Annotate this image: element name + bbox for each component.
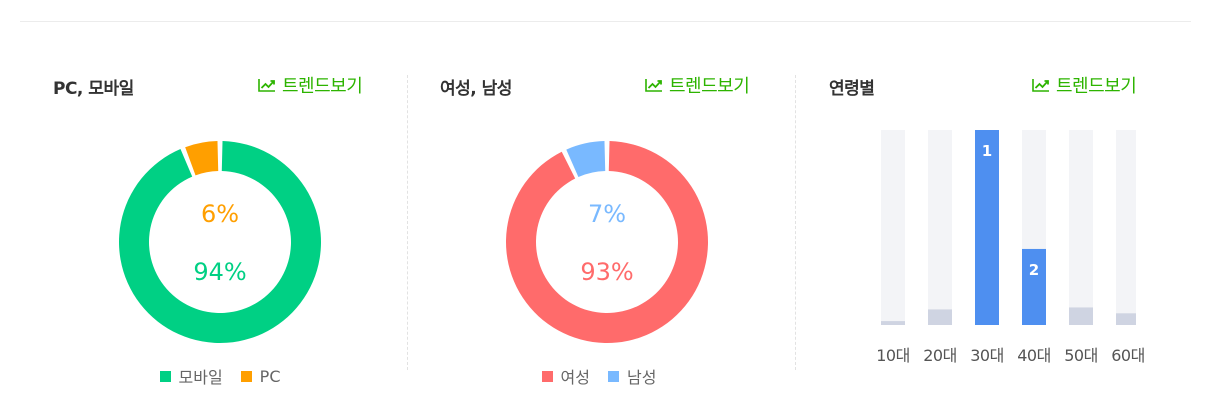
age-bar-chart: 12 — [881, 130, 1136, 325]
age-tick-label: 30대 — [970, 346, 1004, 365]
device-panel: PC, 모바일 트렌드보기 6% 94% 모바일 PC — [20, 60, 390, 410]
age-tick-label: 40대 — [1017, 346, 1051, 365]
legend-label: 여성 — [560, 368, 590, 387]
bar-60대 — [1116, 313, 1136, 325]
legend-item: 여성 — [541, 364, 590, 388]
bar-track — [1116, 130, 1136, 325]
legend: 여성 남성 — [407, 364, 777, 388]
trend-label: 트렌드보기 — [669, 76, 750, 97]
legend-swatch — [240, 370, 252, 382]
legend-label: PC — [259, 366, 281, 386]
bar-10대 — [881, 321, 905, 325]
rank-label: 1 — [982, 142, 992, 160]
legend-swatch — [608, 370, 619, 382]
bar-track — [1069, 130, 1093, 325]
age-tick-label: 10대 — [876, 346, 910, 365]
panel-title: 연령별 — [829, 79, 875, 99]
bar-track — [881, 130, 905, 325]
slice-percent-label: 6% — [201, 200, 239, 228]
legend-item: 남성 — [608, 364, 656, 388]
legend: 모바일 PC — [20, 364, 390, 388]
trend-label: 트렌드보기 — [282, 76, 363, 97]
gender-panel: 여성, 남성 트렌드보기 7% 93% 여성 남성 — [407, 60, 777, 410]
legend-item: 모바일 — [159, 364, 223, 388]
trend-chart-icon — [1032, 79, 1049, 92]
slice-percent-label: 93% — [580, 258, 633, 286]
donut-slice-major — [506, 141, 708, 344]
donut-slice-major — [118, 141, 321, 343]
bar-50대 — [1069, 307, 1093, 325]
panel-title: PC, 모바일 — [53, 79, 134, 99]
trend-link[interactable]: 트렌드보기 — [1032, 72, 1137, 98]
donut-chart: 6% 94% — [118, 141, 321, 343]
legend-swatch — [541, 370, 553, 382]
legend-swatch — [159, 370, 171, 382]
age-tick-label: 60대 — [1111, 346, 1145, 365]
rank-label: 2 — [1029, 261, 1039, 279]
age-tick-label: 50대 — [1064, 346, 1098, 365]
legend-item: PC — [240, 364, 281, 388]
age-panel: 연령별 트렌드보기 12 10대 20대 30대 40대 50대 60대 — [796, 60, 1166, 410]
trend-label: 트렌드보기 — [1056, 76, 1137, 97]
bar-20대 — [928, 309, 952, 325]
trend-chart-icon — [258, 79, 275, 92]
donut-chart: 7% 93% — [506, 141, 708, 344]
donut-slice-minor — [566, 141, 606, 178]
slice-percent-label: 7% — [588, 200, 626, 228]
panel-title: 여성, 남성 — [440, 79, 512, 99]
slice-percent-label: 94% — [193, 258, 246, 286]
bar-track — [928, 130, 952, 325]
legend-label: 남성 — [627, 368, 657, 387]
legend-label: 모바일 — [178, 368, 223, 387]
donut-slice-minor — [185, 141, 219, 176]
trend-link[interactable]: 트렌드보기 — [645, 72, 750, 98]
age-tick-label: 20대 — [923, 346, 957, 365]
trend-link[interactable]: 트렌드보기 — [258, 72, 363, 98]
trend-chart-icon — [645, 79, 662, 92]
top-divider — [20, 21, 1191, 22]
